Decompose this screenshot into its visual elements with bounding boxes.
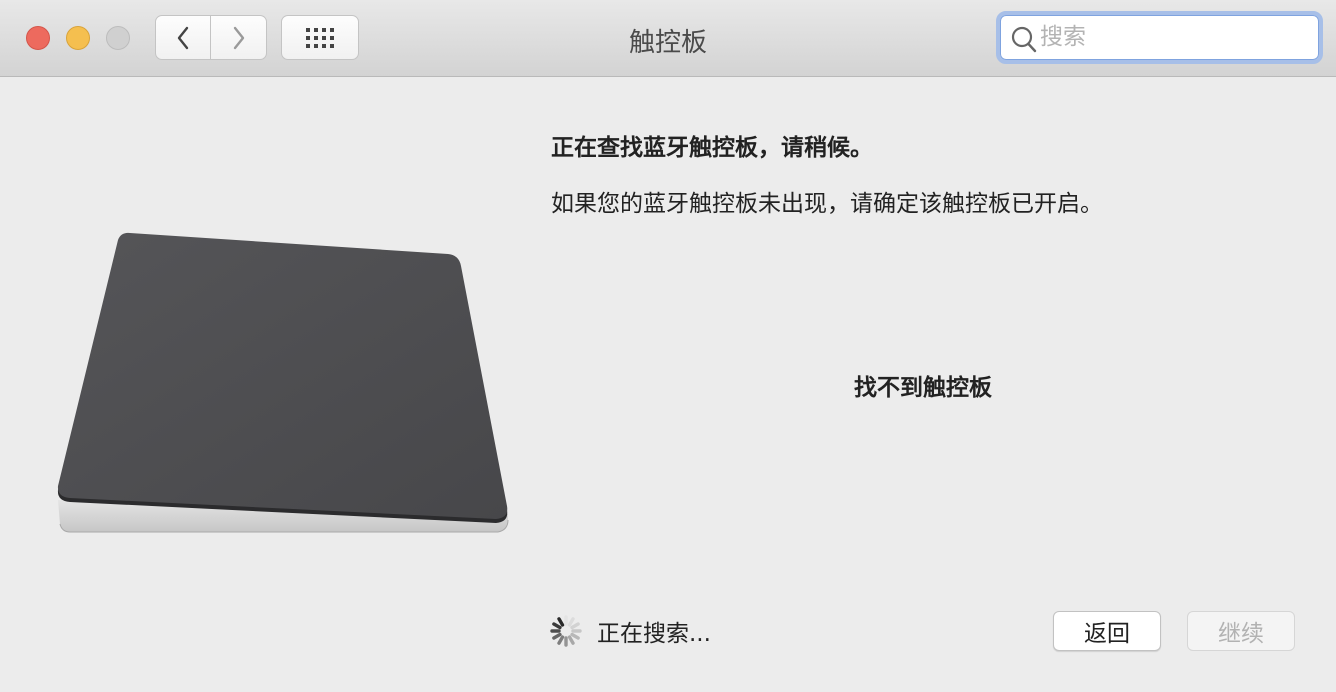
not-found-message: 找不到触控板 [854, 375, 992, 401]
searching-status: 正在搜索... [597, 621, 711, 647]
trackpad-setup-window: 触控板 正在查找蓝牙触控板，请稍候。 如果您的蓝牙触控板未出现，请确 [0, 0, 1336, 692]
forward-button[interactable] [211, 15, 267, 60]
continue-button[interactable]: 继续 [1187, 611, 1295, 651]
search-icon [1011, 26, 1037, 53]
title-bar: 触控板 [0, 0, 1336, 77]
search-field[interactable] [996, 11, 1323, 64]
zoom-window-button [106, 26, 130, 50]
trackpad-illustration [57, 232, 509, 533]
grid-icon [306, 27, 334, 48]
instruction-text: 如果您的蓝牙触控板未出现，请确定该触控板已开启。 [551, 191, 1103, 217]
show-all-preferences-button[interactable] [281, 15, 359, 60]
minimize-window-button[interactable] [66, 26, 90, 50]
close-window-button[interactable] [26, 26, 50, 50]
search-input[interactable] [1040, 21, 1310, 53]
chevron-left-icon [177, 26, 189, 49]
searching-heading: 正在查找蓝牙触控板，请稍候。 [551, 135, 873, 161]
navigation-buttons [155, 15, 267, 60]
back-step-button[interactable]: 返回 [1053, 611, 1161, 651]
chevron-right-icon [233, 26, 244, 49]
back-button[interactable] [155, 15, 211, 60]
loading-spinner-icon [550, 615, 582, 647]
